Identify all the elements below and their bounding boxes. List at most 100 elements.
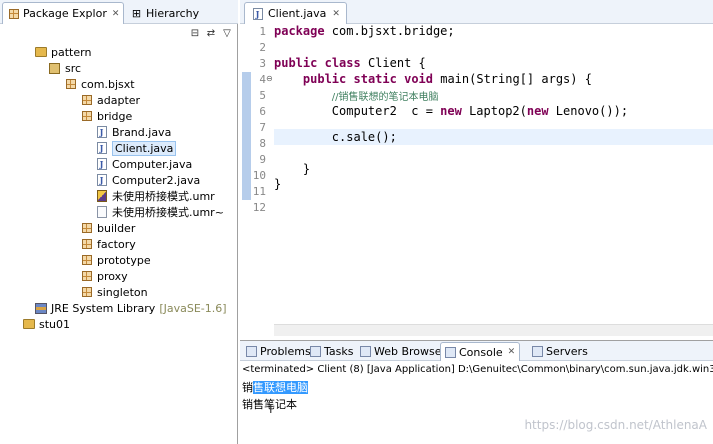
tab-console[interactable]: Console ✕ [440, 342, 521, 361]
code-line-10[interactable]: } [274, 162, 310, 176]
code-text: Lenovo()); [548, 104, 629, 118]
line-number: 3 [259, 57, 266, 70]
project-icon [34, 46, 47, 59]
tab-tasks-label: Tasks [324, 345, 354, 358]
code-text: Computer2 c = [331, 104, 441, 118]
tab-hierarchy-label: Hierarchy [146, 6, 200, 20]
hierarchy-icon: ⊞ [131, 6, 142, 20]
code-text: } [274, 177, 282, 191]
package-icon [80, 94, 93, 107]
editor-horizontal-scrollbar[interactable] [274, 324, 713, 336]
tab-web-browser-label: Web Browser [374, 345, 447, 358]
tasks-icon [310, 346, 321, 357]
tree-item-umr-file[interactable]: 未使用桥接模式.umr [95, 188, 215, 204]
tab-client-java[interactable]: J Client.java ✕ [244, 2, 347, 24]
tree-item-label: Computer.java [112, 157, 193, 171]
change-ruler-marker [242, 72, 251, 200]
package-icon [80, 270, 93, 283]
tree-item-label: Client.java [112, 140, 177, 156]
tree-item-label: singleton [97, 285, 148, 299]
line-number: 7 [259, 121, 266, 134]
tab-problems-label: Problems [260, 345, 311, 358]
code-keyword: void [404, 72, 433, 86]
tree-item-pattern[interactable]: pattern [34, 44, 91, 60]
text-cursor-icon: I [269, 402, 273, 416]
link-with-editor-icon[interactable]: ⇄ [205, 27, 217, 39]
package-icon [64, 78, 77, 91]
tree-item-label: adapter [97, 93, 141, 107]
bottom-panel: Problems Tasks Web Browser Console ✕ Ser… [240, 340, 713, 444]
line-number: 10 [252, 169, 266, 182]
fold-toggle-icon[interactable]: ⊖ [266, 74, 273, 83]
tab-problems[interactable]: Problems [242, 342, 315, 361]
package-explorer-view: Package Explor ✕ ⊞ Hierarchy ⊟ ⇄ ▽ patte… [0, 0, 238, 444]
tree-item-label: JRE System Library [51, 301, 156, 315]
tree-item-singleton[interactable]: singleton [80, 284, 148, 300]
package-icon [80, 254, 93, 267]
close-icon[interactable]: ✕ [508, 347, 516, 357]
console-selected-text: 售联想电脑 [253, 381, 308, 394]
tree-item-label: bridge [97, 109, 133, 123]
tree-item-factory[interactable]: factory [80, 236, 136, 252]
code-comment: //销售联想的笔记本电脑 [331, 92, 439, 103]
tree-item-prototype[interactable]: prototype [80, 252, 151, 268]
tab-hierarchy[interactable]: ⊞ Hierarchy [126, 2, 203, 24]
code-line-4[interactable]: public static void main(String[] args) { [274, 72, 592, 86]
java-file-icon: J [95, 158, 108, 171]
text-file-icon [95, 206, 108, 219]
tree-item-umr-backup-file[interactable]: 未使用桥接模式.umr~ [95, 204, 224, 220]
tab-tasks[interactable]: Tasks [306, 342, 357, 361]
package-icon [80, 286, 93, 299]
uml-model-icon [95, 190, 108, 203]
tree-item-stu01[interactable]: stu01 [22, 316, 70, 332]
code-text: c.sale(); [331, 130, 397, 144]
tree-item-label: Computer2.java [112, 173, 201, 187]
tree-item-proxy[interactable]: proxy [80, 268, 128, 284]
tree-item-bridge[interactable]: bridge [80, 108, 132, 124]
code-text: } [302, 162, 311, 176]
editor-gutter [240, 24, 252, 338]
tree-item-com-bjsxt[interactable]: com.bjsxt [64, 76, 135, 92]
console-output-line-1[interactable]: 销售联想电脑 [242, 379, 308, 395]
close-icon[interactable]: ✕ [112, 9, 120, 19]
code-text: Client { [360, 56, 426, 70]
tree-item-computer2-java[interactable]: J Computer2.java [95, 172, 200, 188]
left-view-toolbar: ⊟ ⇄ ▽ [189, 26, 233, 40]
project-icon [22, 318, 35, 331]
left-tab-bar: Package Explor ✕ ⊞ Hierarchy [0, 0, 238, 24]
code-line-1[interactable]: package com.bjsxt.bridge; [274, 24, 455, 38]
code-line-6[interactable]: Computer2 c = new Laptop2(new Lenovo()); [274, 104, 628, 118]
tree-item-client-java[interactable]: J Client.java [95, 140, 177, 156]
java-file-icon: J [251, 7, 264, 20]
tab-servers-label: Servers [546, 345, 588, 358]
view-menu-icon[interactable]: ▽ [221, 27, 233, 39]
line-number: 1 [259, 25, 266, 38]
tree-item-adapter[interactable]: adapter [80, 92, 140, 108]
tab-web-browser[interactable]: Web Browser [356, 342, 450, 361]
code-line-8[interactable]: c.sale(); [274, 130, 397, 144]
line-number: 5 [259, 89, 266, 102]
code-keyword: new [526, 104, 549, 118]
code-text: com.bjsxt.bridge; [324, 24, 455, 38]
tree-item-computer-java[interactable]: J Computer.java [95, 156, 192, 172]
tree-item-jre-library[interactable]: JRE System Library [JavaSE-1.6] [34, 300, 227, 316]
tree-item-brand-java[interactable]: J Brand.java [95, 124, 171, 140]
line-number: 2 [259, 41, 266, 54]
tab-package-explorer-label: Package Explor [23, 7, 107, 20]
tab-servers[interactable]: Servers [528, 342, 592, 361]
line-number: 9 [259, 153, 266, 166]
tree-item-label: proxy [97, 269, 128, 283]
editor-tab-bar: J Client.java ✕ [240, 0, 713, 24]
code-line-3[interactable]: public class Client { [274, 56, 426, 70]
tab-package-explorer[interactable]: Package Explor ✕ [2, 2, 125, 24]
code-line-5[interactable]: //销售联想的笔记本电脑 [274, 88, 439, 103]
tree-item-builder[interactable]: builder [80, 220, 135, 236]
tree-item-label: stu01 [39, 317, 71, 331]
line-number: 4 [259, 73, 266, 86]
code-line-11[interactable]: } [274, 177, 281, 191]
tree-item-src[interactable]: src [48, 60, 81, 76]
code-keyword: public [302, 72, 347, 86]
close-icon[interactable]: ✕ [332, 9, 340, 19]
collapse-all-icon[interactable]: ⊟ [189, 27, 201, 39]
code-keyword: package [274, 24, 325, 38]
